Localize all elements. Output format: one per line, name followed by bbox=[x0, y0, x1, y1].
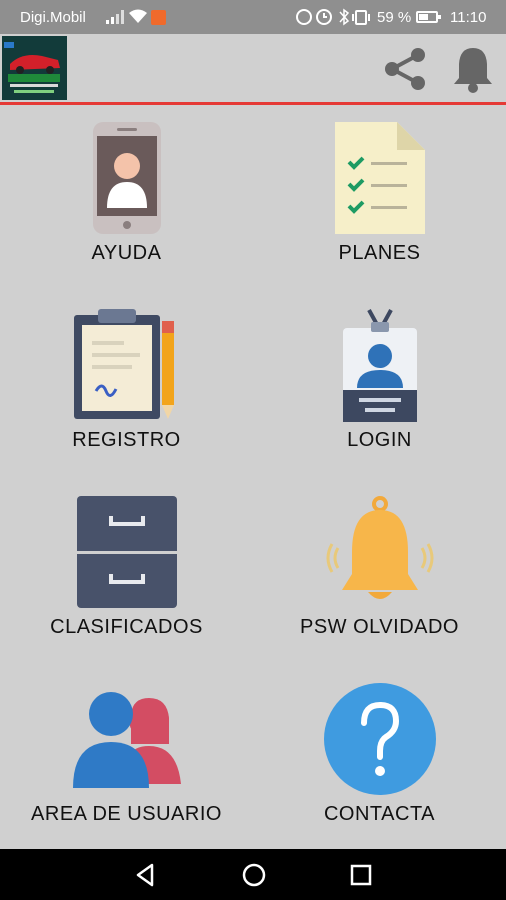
app-logo[interactable] bbox=[2, 36, 67, 100]
signal-icon bbox=[106, 10, 124, 24]
checklist-icon bbox=[334, 122, 425, 234]
menu-item-label: AREA DE USUARIO bbox=[31, 803, 222, 825]
menu-item-label: CONTACTA bbox=[323, 803, 436, 825]
menu-item-contacta[interactable]: CONTACTA bbox=[253, 666, 506, 852]
status-bar: Digi.Mobil 59 % 11:10 bbox=[0, 0, 506, 34]
notification-icon bbox=[151, 10, 166, 25]
clock: 11:10 bbox=[450, 9, 487, 26]
battery-percent: 59 % bbox=[377, 9, 412, 26]
wifi-icon bbox=[129, 9, 147, 23]
app-bar bbox=[0, 34, 506, 102]
menu-item-psw-olvidado[interactable]: PSW OLVIDADO bbox=[253, 479, 506, 665]
menu-item-planes[interactable]: PLANES bbox=[253, 105, 506, 291]
file-cabinet-icon bbox=[76, 496, 177, 608]
navigation-bar bbox=[0, 849, 506, 900]
clipboard-icon bbox=[73, 309, 174, 419]
menu-item-label: PLANES bbox=[338, 242, 421, 264]
menu-item-label: LOGIN bbox=[347, 429, 412, 451]
menu-item-registro[interactable]: REGISTRO bbox=[0, 292, 253, 478]
recents-icon[interactable] bbox=[347, 861, 375, 889]
bell-ringing-icon bbox=[326, 496, 433, 599]
menu-item-label: CLASIFICADOS bbox=[50, 616, 203, 638]
id-badge-icon bbox=[342, 309, 417, 422]
menu-item-ayuda[interactable]: AYUDA bbox=[0, 105, 253, 291]
phone-contact-icon bbox=[92, 122, 161, 234]
carrier-name: Digi.Mobil bbox=[20, 9, 86, 26]
menu-item-clasificados[interactable]: CLASIFICADOS bbox=[0, 479, 253, 665]
share-icon[interactable] bbox=[380, 44, 430, 94]
menu-item-label: REGISTRO bbox=[72, 429, 181, 451]
notifications-bell-icon[interactable] bbox=[450, 44, 496, 94]
users-icon bbox=[72, 692, 181, 788]
menu-item-area-de-usuario[interactable]: AREA DE USUARIO bbox=[0, 666, 253, 852]
question-icon bbox=[323, 683, 436, 795]
battery-icon bbox=[416, 11, 441, 23]
back-icon[interactable] bbox=[132, 861, 160, 889]
system-status-icons bbox=[296, 8, 370, 26]
home-icon[interactable] bbox=[240, 861, 268, 889]
menu-item-login[interactable]: LOGIN bbox=[253, 292, 506, 478]
menu-item-label: PSW OLVIDADO bbox=[300, 616, 459, 638]
menu-item-label: AYUDA bbox=[91, 242, 162, 264]
